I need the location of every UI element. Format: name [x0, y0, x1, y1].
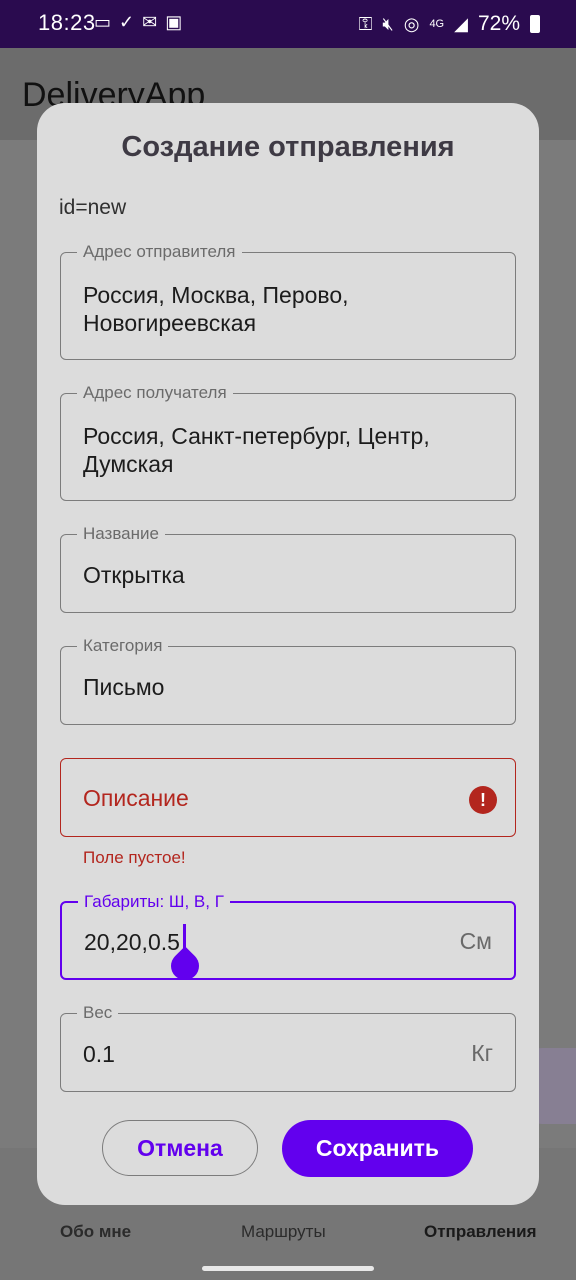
description-field[interactable]: Описание ! [60, 758, 516, 837]
battery-icon [530, 15, 540, 33]
nav-item-about: Обо мне [60, 1222, 132, 1241]
category-field[interactable]: Категория Письмо [60, 636, 516, 725]
weight-label: Вес [77, 1003, 119, 1023]
signal-icon: ◢ [454, 13, 468, 34]
gesture-bar [202, 1266, 374, 1271]
weight-value: 0.1 [83, 1041, 115, 1067]
dimensions-field[interactable]: Габариты: Ш, В, Г 20,20,0.5 См [60, 892, 516, 986]
dimensions-label: Габариты: Ш, В, Г [78, 892, 230, 912]
check-icon: ✓ [119, 12, 135, 32]
recipient-address-line1: Россия, Санкт-петербург, Центр, [83, 423, 430, 449]
recipient-address-field[interactable]: Адрес получателя Россия, Санкт-петербург… [60, 383, 516, 501]
dimensions-value: 20,20,0.5 [84, 929, 180, 955]
description-error-text: Поле пустое! [83, 848, 186, 867]
sender-address-field[interactable]: Адрес отправителя Россия, Москва, Перово… [60, 242, 516, 360]
save-button[interactable]: Сохранить [282, 1120, 473, 1177]
name-field[interactable]: Название Открытка [60, 524, 516, 613]
sender-address-line2: Новогиреевская [83, 310, 257, 336]
recipient-address-label: Адрес получателя [77, 383, 233, 403]
shipment-id: id=new [59, 196, 127, 219]
key-icon: ⚿ [358, 13, 373, 34]
error-icon: ! [469, 786, 497, 814]
recipient-address-line2: Думская [83, 451, 174, 477]
create-shipment-dialog: Создание отправления id=new Адрес отправ… [37, 103, 539, 1205]
sender-address-line1: Россия, Москва, Перово, [83, 282, 349, 308]
weight-field[interactable]: Вес 0.1 Кг [60, 1003, 516, 1092]
system-icons: ⚿ 🔇︎ ◎ 4G ◢ 72% [359, 12, 540, 36]
nav-item-routes: Маршруты [241, 1222, 326, 1241]
4g-icon: 4G [429, 18, 445, 30]
image-icon: ▣ [165, 12, 183, 32]
mute-icon: 🔇︎ [382, 13, 394, 34]
description-placeholder: Описание [83, 785, 189, 811]
status-time: 18:23 [38, 10, 96, 35]
status-bar: 18:23 ▭ ✓ ✉ ▣ ⚿ 🔇︎ ◎ 4G ◢ 72% [0, 0, 576, 48]
hotspot-icon: ◎ [403, 13, 420, 34]
nav-item-shipments: Отправления [424, 1222, 537, 1241]
sender-address-label: Адрес отправителя [77, 242, 242, 262]
battery-percent: 72% [477, 12, 520, 35]
category-value: Письмо [83, 674, 165, 700]
mail-icon: ✉ [142, 12, 158, 32]
cast-icon: ▭ [94, 12, 112, 32]
dialog-title: Создание отправления [121, 131, 455, 163]
name-label: Название [77, 524, 165, 544]
dimensions-unit: См [459, 928, 492, 954]
weight-unit: Кг [471, 1040, 493, 1066]
notification-icons: ▭ ✓ ✉ ▣ [94, 12, 182, 33]
cancel-button[interactable]: Отмена [102, 1120, 258, 1176]
category-label: Категория [77, 636, 169, 656]
name-value: Открытка [83, 562, 185, 588]
